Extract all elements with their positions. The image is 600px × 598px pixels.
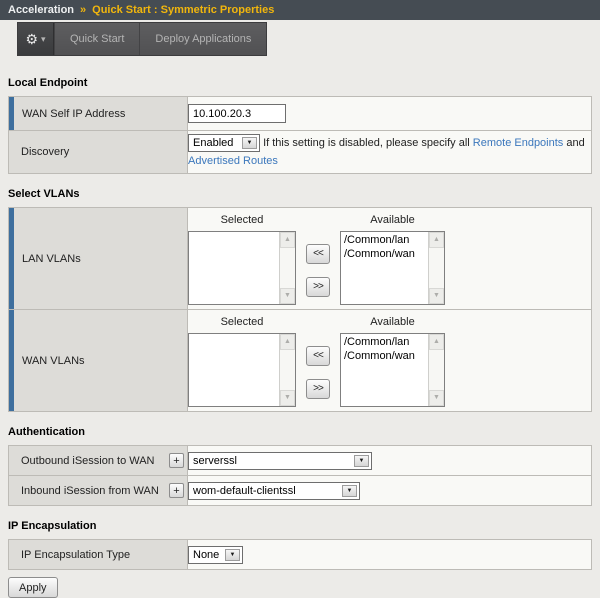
ip-encapsulation-type-label: IP Encapsulation Type [9, 549, 187, 561]
lan-vlans-selected-listbox[interactable] [188, 231, 296, 305]
selected-column-header: Selected [188, 213, 296, 228]
listbox-item[interactable]: /Common/lan [344, 233, 428, 247]
breadcrumb-separator-icon: » [80, 4, 86, 16]
discovery-help-text: If this setting is disabled, please spec… [263, 137, 470, 149]
table-row: LAN VLANs Selected << >> [9, 208, 592, 310]
breadcrumb-page-title: Quick Start : Symmetric Properties [92, 4, 274, 16]
dropdown-arrow-icon [225, 549, 240, 561]
wan-vlans-available-listbox[interactable]: /Common/lan/Common/wan [340, 333, 445, 407]
listbox-item[interactable]: /Common/wan [344, 349, 428, 363]
discovery-select[interactable]: Enabled [188, 134, 260, 152]
discovery-label: Discovery [9, 146, 187, 158]
breadcrumb: Acceleration » Quick Start : Symmetric P… [0, 0, 600, 20]
local-endpoint-table: WAN Self IP Address Discovery Enabled If… [8, 96, 592, 174]
scrollbar[interactable] [279, 232, 295, 304]
wan-vlans-label: WAN VLANs [9, 355, 187, 367]
dropdown-arrow-icon [242, 137, 257, 149]
section-title-select-vlans: Select VLANs [8, 187, 600, 201]
wan-vlans-selected-listbox[interactable] [188, 333, 296, 407]
chevron-down-icon [41, 33, 46, 45]
lan-vlans-dual-list: Selected << >> Available [188, 213, 591, 305]
gear-icon [25, 32, 38, 47]
scrollbar[interactable] [428, 232, 444, 304]
inbound-isession-select[interactable]: wom-default-clientssl [188, 482, 360, 500]
remote-endpoints-link[interactable]: Remote Endpoints [473, 137, 564, 149]
table-row: IP Encapsulation Type None [9, 540, 592, 570]
scroll-down-icon[interactable] [429, 288, 444, 304]
discovery-help-conjunction: and [566, 137, 584, 149]
available-column-header: Available [340, 213, 445, 228]
section-title-ip-encapsulation: IP Encapsulation [8, 519, 600, 533]
outbound-isession-label: Outbound iSession to WAN [21, 455, 155, 467]
available-column-header: Available [340, 315, 445, 330]
lan-move-to-selected-button[interactable]: << [306, 244, 330, 264]
section-title-local-endpoint: Local Endpoint [8, 76, 600, 90]
advertised-routes-link[interactable]: Advertised Routes [188, 155, 278, 167]
options-gear-button[interactable] [18, 23, 54, 55]
scroll-up-icon[interactable] [429, 232, 444, 248]
table-row: WAN VLANs Selected << >> [9, 310, 592, 412]
dropdown-arrow-icon [342, 485, 357, 497]
inbound-isession-add-button[interactable]: + [169, 483, 184, 498]
table-row: Inbound iSession from WAN + wom-default-… [9, 476, 592, 506]
tab-quick-start[interactable]: Quick Start [54, 23, 139, 55]
dropdown-arrow-icon [354, 455, 369, 467]
table-row: Outbound iSession to WAN + serverssl [9, 446, 592, 476]
apply-button[interactable]: Apply [8, 577, 58, 598]
outbound-isession-select[interactable]: serverssl [188, 452, 372, 470]
wan-self-ip-input[interactable] [188, 104, 286, 123]
tab-deploy-applications[interactable]: Deploy Applications [139, 23, 266, 55]
section-title-authentication: Authentication [8, 425, 600, 439]
ip-encapsulation-table: IP Encapsulation Type None [8, 539, 592, 570]
scroll-down-icon[interactable] [280, 390, 295, 406]
inbound-isession-label: Inbound iSession from WAN [21, 485, 159, 497]
ip-encapsulation-type-select[interactable]: None [188, 546, 243, 564]
wan-move-to-available-button[interactable]: >> [306, 379, 330, 399]
wan-self-ip-label: WAN Self IP Address [9, 108, 187, 120]
listbox-item[interactable]: /Common/wan [344, 247, 428, 261]
outbound-isession-add-button[interactable]: + [169, 453, 184, 468]
breadcrumb-root: Acceleration [8, 4, 74, 16]
scrollbar[interactable] [428, 334, 444, 406]
scroll-up-icon[interactable] [429, 334, 444, 350]
wan-vlans-dual-list: Selected << >> Available [188, 315, 591, 407]
lan-move-to-available-button[interactable]: >> [306, 277, 330, 297]
table-row: WAN Self IP Address [9, 97, 592, 131]
scroll-up-icon[interactable] [280, 232, 295, 248]
scroll-down-icon[interactable] [280, 288, 295, 304]
selected-column-header: Selected [188, 315, 296, 330]
scroll-down-icon[interactable] [429, 390, 444, 406]
tab-strip: Quick Start Deploy Applications [17, 22, 267, 56]
listbox-item[interactable]: /Common/lan [344, 335, 428, 349]
wan-move-to-selected-button[interactable]: << [306, 346, 330, 366]
authentication-table: Outbound iSession to WAN + serverssl Inb… [8, 445, 592, 506]
scroll-up-icon[interactable] [280, 334, 295, 350]
scrollbar[interactable] [279, 334, 295, 406]
lan-vlans-available-listbox[interactable]: /Common/lan/Common/wan [340, 231, 445, 305]
select-vlans-table: LAN VLANs Selected << >> [8, 207, 592, 412]
table-row: Discovery Enabled If this setting is dis… [9, 131, 592, 174]
lan-vlans-label: LAN VLANs [9, 253, 187, 265]
